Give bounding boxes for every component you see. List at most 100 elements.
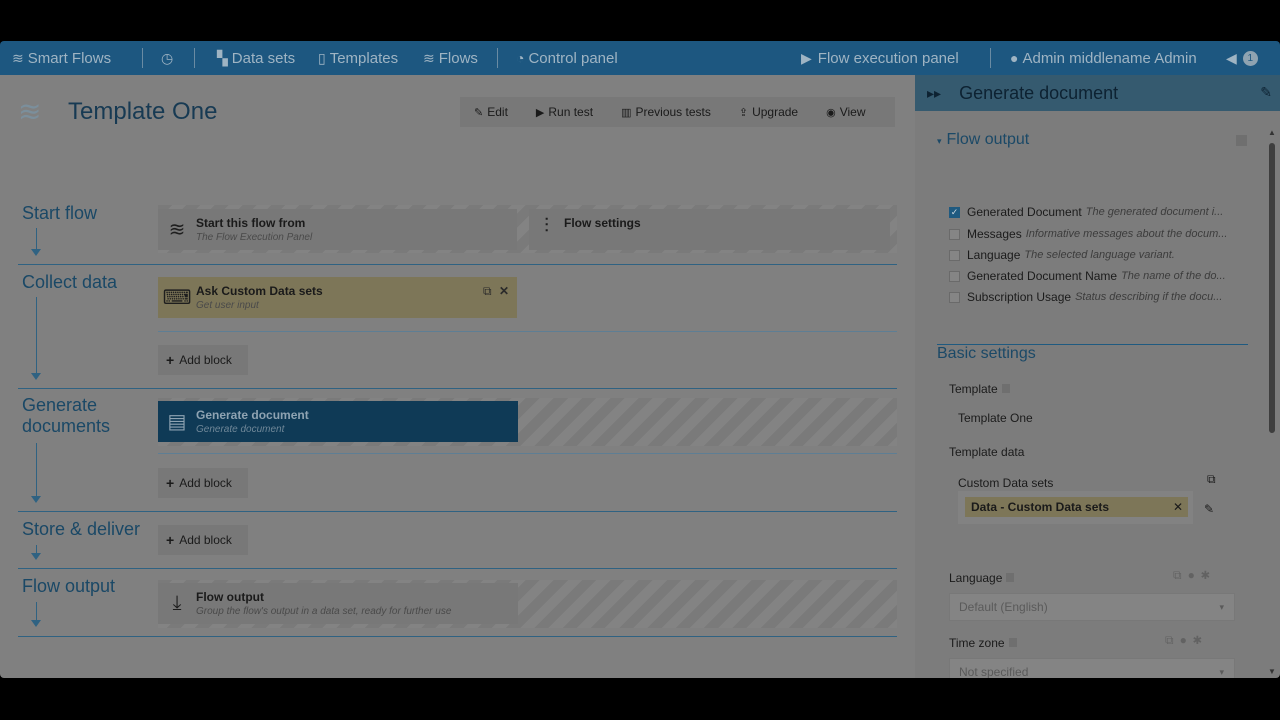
add-block-button[interactable]: + Add block [158,525,248,555]
properties-panel: ▸▸ Generate document ✎ ▾ Flow output ✓ Gen… [915,75,1280,678]
stage-arrow [36,443,37,496]
stage-arrow [36,228,37,249]
info-icon [1008,638,1017,647]
output-checkbox-row[interactable]: Generated Document Name The name of the d… [949,267,1249,285]
template-label: Template [949,382,1010,396]
arrow-down-icon [31,496,41,503]
bar-chart-icon: ▥ [621,106,632,119]
panel-scrollbar[interactable]: ▲ ▼ [1267,128,1277,678]
output-name: Subscription Usage [967,290,1072,304]
arrow-down-icon [31,249,41,256]
start-trigger-block[interactable]: ≋ Start this flow from The Flow Executio… [158,209,517,250]
edit-button[interactable]: ✎ Edit [474,105,508,119]
nav-notifications[interactable]: ◀ 1 [1226,41,1258,75]
nav-brand[interactable]: ≋ Smart Flows [12,41,111,75]
gauge-icon: ◔ [516,50,525,66]
flow-toolbar: ✎ Edit ▶ Run test ▥ Previous tests ⇪ Upg… [460,97,895,127]
checkbox-icon[interactable] [949,249,960,261]
chevron-down-icon: ▾ [1219,602,1224,612]
stage-divider [18,568,897,569]
output-checkbox-row[interactable]: ✓ Generated Document The generated documen… [949,203,1249,221]
expand-icon[interactable]: ▸▸ [927,85,941,102]
user-icon[interactable]: ● [1180,633,1193,647]
output-name: Generated Document Name [967,269,1118,283]
scroll-down-icon[interactable]: ▼ [1268,667,1276,676]
download-box-icon: ⤓ [172,592,182,614]
pencil-icon: ✎ [474,106,484,119]
link-copy-icon[interactable]: ⧉ [1207,472,1216,487]
plus-icon: + [166,352,175,368]
scroll-thumb[interactable] [1269,143,1275,433]
nav-user-menu[interactable]: ● Admin middlename Admin [1010,41,1197,75]
clock-icon: ◷ [161,49,174,66]
remove-tag-icon[interactable]: ✕ [1173,497,1183,517]
flow-output-section-title[interactable]: ▾ Flow output [937,131,1029,149]
user-icon[interactable]: ● [1188,568,1201,582]
scroll-up-icon[interactable]: ▲ [1268,128,1276,137]
flow-editor: ≋ Template One ✎ Edit ▶ Run test ▥ Previ… [0,75,915,678]
asterisk-icon[interactable]: ✱ [1193,633,1208,647]
timezone-select[interactable]: Not specified ▾ [949,658,1235,678]
top-navbar: ≋ Smart Flows ◷ ▚ Data sets ▯ Templates … [0,41,1280,75]
checkbox-icon[interactable] [949,291,960,303]
add-block-button[interactable]: + Add block [158,345,248,375]
ask-datasets-block[interactable]: ⌨ Ask Custom Data sets Get user input ⧉ … [158,277,517,318]
language-label: Language [949,571,1015,585]
nav-datasets[interactable]: ▚ Data sets [217,41,295,75]
nav-divider [142,48,143,68]
link-icon[interactable]: ⧉ [1173,568,1188,582]
generate-document-block[interactable]: ▤ Generate document Generate document [158,401,518,442]
output-checkbox-row[interactable]: Subscription Usage Status describing if t… [949,288,1249,306]
nav-templates[interactable]: ▯ Templates [318,41,398,75]
waves-icon: ≋ [168,219,186,241]
output-checkbox-row[interactable]: Messages Informative messages about the d… [949,225,1249,243]
nav-flows[interactable]: ≋ Flows [423,41,478,75]
checkbox-checked-icon[interactable]: ✓ [949,206,960,218]
output-name: Language [967,248,1021,262]
caret-down-icon: ▾ [937,136,942,146]
language-options: ⧉●✱ [1173,568,1216,583]
arrow-down-icon [31,373,41,380]
flow-output-block[interactable]: ⤓ Flow output Group the flow's output in… [158,583,518,624]
stage-divider [18,511,897,512]
dataset-selector: Data - Custom Data sets ✕ [958,491,1193,524]
upgrade-button[interactable]: ⇪ Upgrade [739,105,798,119]
view-button[interactable]: ◉ View [826,105,865,119]
link-icon[interactable]: ⧉ [1165,633,1180,647]
stage-start-flow-label: Start flow [22,203,98,223]
page-title: Template One [68,98,218,125]
output-name: Generated Document [967,205,1082,219]
flows-icon: ≋ [423,49,435,66]
dataset-tag[interactable]: Data - Custom Data sets ✕ [965,497,1188,517]
flow-settings-block[interactable]: ⫶ Flow settings [529,209,890,250]
edit-datasets-button[interactable]: ✎ [1195,498,1223,520]
user-icon: ● [1010,50,1019,66]
asterisk-icon[interactable]: ✱ [1201,568,1216,582]
document-icon: ▯ [318,49,326,66]
info-icon [1006,573,1015,582]
nav-flow-execution-panel[interactable]: ▶ Flow execution panel [801,41,959,75]
run-test-button[interactable]: ▶ Run test [536,105,593,119]
output-description: The selected language variant. [1024,249,1175,261]
nav-history-button[interactable]: ◷ [161,41,177,75]
close-icon[interactable]: ✕ [499,284,509,298]
output-description: Informative messages about the docum... [1025,228,1228,240]
language-select[interactable]: Default (English) ▾ [949,593,1235,621]
nav-control-panel[interactable]: ◔ Control panel [516,41,618,75]
chevron-down-icon: ▾ [1219,667,1224,677]
copy-icon[interactable]: ⧉ [483,284,492,298]
checkbox-icon[interactable] [949,270,960,282]
stage-arrow [36,602,37,620]
output-checkbox-row[interactable]: Language The selected language variant. [949,246,1249,264]
upload-icon: ⇪ [738,106,749,119]
arrow-down-icon [31,553,41,560]
template-data-label: Template data [949,445,1025,459]
basic-settings-title: Basic settings [937,345,1036,362]
eye-icon: ◉ [826,106,836,119]
add-block-button[interactable]: + Add block [158,468,248,498]
play-icon: ▶ [535,106,545,119]
checkbox-icon[interactable] [949,228,960,240]
pencil-icon[interactable]: ✎ [1260,84,1272,101]
previous-tests-button[interactable]: ▥ Previous tests [621,105,711,119]
document-icon: ▤ [167,411,187,433]
